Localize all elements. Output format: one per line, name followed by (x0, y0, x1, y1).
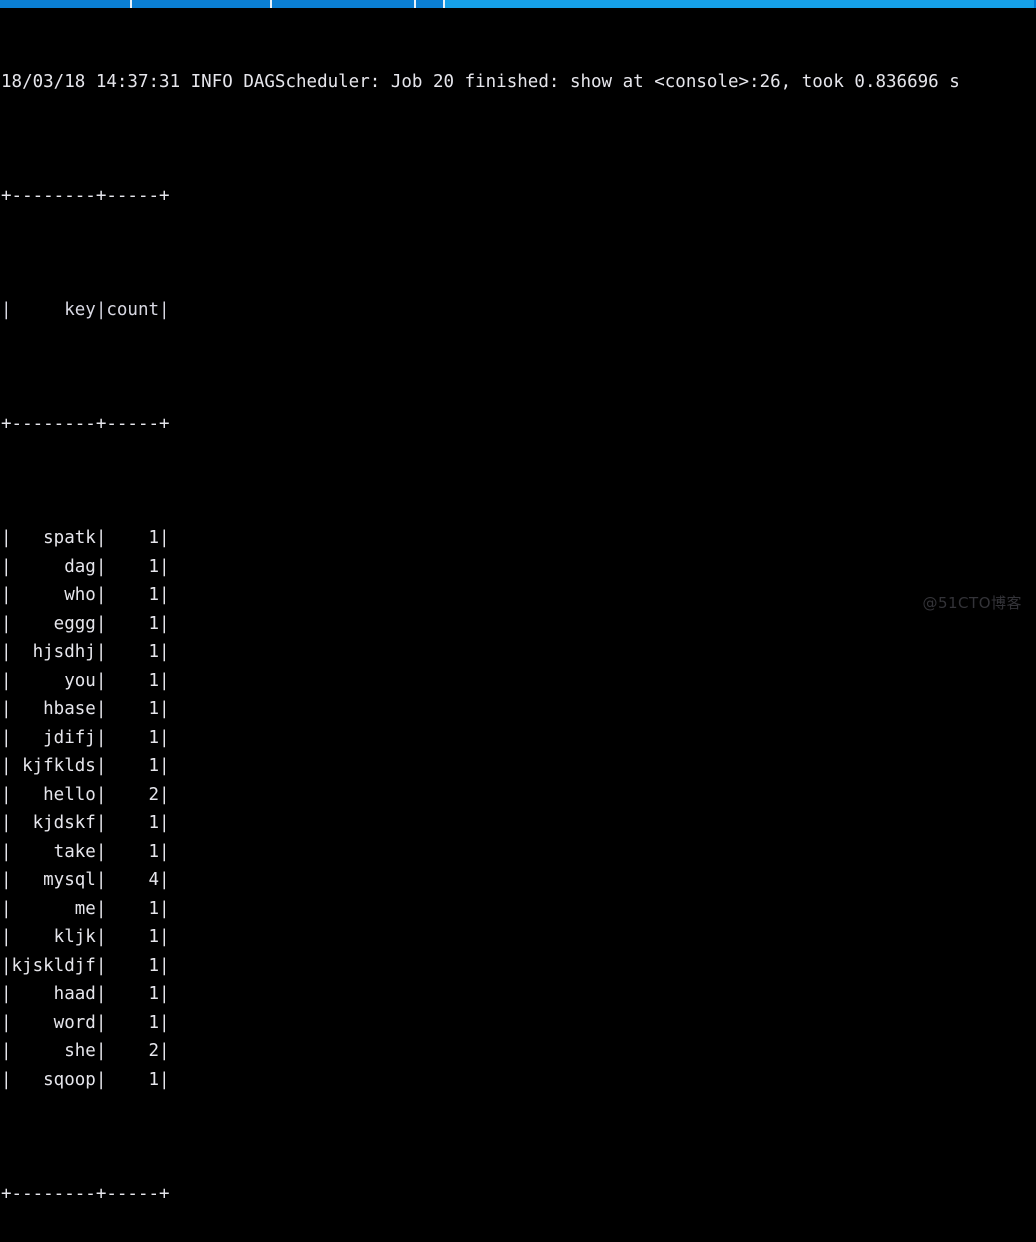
table-rule-top: +--------+-----+ (1, 182, 1036, 211)
table-row: | sqoop| 1| (1, 1066, 1036, 1095)
table-row: | word| 1| (1, 1009, 1036, 1038)
site-watermark: @51CTO博客 (922, 592, 1022, 613)
table-rule-bottom: +--------+-----+ (1, 1180, 1036, 1209)
table-row: | take| 1| (1, 838, 1036, 867)
table-row: | mysql| 4| (1, 866, 1036, 895)
table-row: | hello| 2| (1, 781, 1036, 810)
table-row: | dag| 1| (1, 553, 1036, 582)
table-row: | haad| 1| (1, 980, 1036, 1009)
table-body: | spatk| 1|| dag| 1|| who| 1|| eggg| 1||… (1, 524, 1036, 1094)
table-row: | me| 1| (1, 895, 1036, 924)
log-line-dagscheduler: 18/03/18 14:37:31 INFO DAGScheduler: Job… (1, 68, 1036, 97)
table-row: | kjdskf| 1| (1, 809, 1036, 838)
table-row: | eggg| 1| (1, 610, 1036, 639)
table-row: | spatk| 1| (1, 524, 1036, 553)
terminal-output[interactable]: 18/03/18 14:37:31 INFO DAGScheduler: Job… (0, 8, 1036, 621)
titlebar-segment-tab-one[interactable] (132, 0, 270, 8)
table-row: | you| 1| (1, 667, 1036, 696)
table-header-row: | key|count| (1, 296, 1036, 325)
table-row: | hjsdhj| 1| (1, 638, 1036, 667)
table-row: | kjfklds| 1| (1, 752, 1036, 781)
table-row: | hbase| 1| (1, 695, 1036, 724)
titlebar-segment-remainder[interactable] (445, 0, 1034, 8)
table-row: | kljk| 1| (1, 923, 1036, 952)
titlebar-segment-tab-two[interactable] (272, 0, 414, 8)
table-row: |kjskldjf| 1| (1, 952, 1036, 981)
table-row: | jdifj| 1| (1, 724, 1036, 753)
table-row: | she| 2| (1, 1037, 1036, 1066)
titlebar-segment-tab-three[interactable] (416, 0, 443, 8)
window-titlebar[interactable] (0, 0, 1036, 8)
table-rule-header: +--------+-----+ (1, 410, 1036, 439)
titlebar-segment-primary[interactable] (0, 0, 130, 8)
table-row: | who| 1| (1, 581, 1036, 610)
